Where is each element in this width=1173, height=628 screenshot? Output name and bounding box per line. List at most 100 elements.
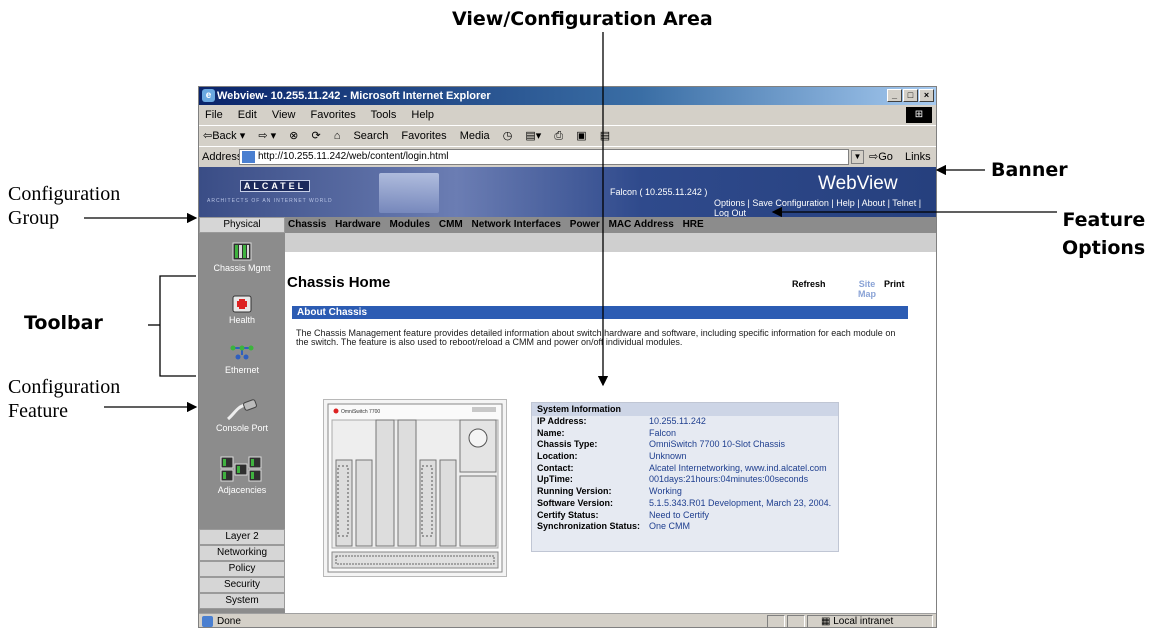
tool-chassis-mgmt[interactable]: Chassis Mgmt — [199, 241, 285, 273]
feature-modules[interactable]: Modules — [390, 219, 431, 230]
page-title: Chassis Home — [287, 274, 391, 291]
feature-hardware[interactable]: Hardware — [335, 219, 381, 230]
menu-favorites[interactable]: Favorites — [311, 109, 356, 121]
info-value: Need to Certify — [649, 509, 710, 520]
menu-edit[interactable]: Edit — [238, 109, 257, 121]
window-title: Webview- 10.255.11.242 - Microsoft Inter… — [217, 90, 491, 102]
info-label: Chassis Type: — [537, 439, 598, 450]
back-button[interactable]: ⇦Back ▾ — [203, 130, 245, 142]
info-label: Name: — [537, 427, 565, 438]
maximize-button[interactable]: □ — [903, 89, 918, 102]
print-link[interactable]: Print — [884, 279, 905, 289]
go-button[interactable]: ⇨Go — [869, 147, 893, 167]
edit-icon[interactable]: ▣ — [576, 130, 586, 142]
info-label: UpTime: — [537, 474, 573, 485]
chassis-model-label: OmniSwitch 7700 — [341, 409, 380, 415]
media-button[interactable]: Media — [460, 130, 490, 142]
chassis-front-panel-graphic: OmniSwitch 7700 — [327, 403, 503, 573]
address-dropdown-icon[interactable]: ▼ — [851, 150, 864, 164]
stop-icon[interactable]: ⊗ — [289, 130, 298, 142]
page-done-icon — [202, 616, 213, 627]
logo-tagline: ARCHITECTS OF AN INTERNET WORLD — [207, 198, 333, 204]
group-tab-security[interactable]: Security — [199, 577, 285, 593]
adjacencies-icon — [220, 456, 262, 482]
annotation-configuration-feature-line1: Configuration — [8, 376, 121, 398]
menu-tools[interactable]: Tools — [371, 109, 397, 121]
info-row-certify-status: Certify Status: Need to Certify — [532, 510, 838, 522]
address-label: Address — [202, 151, 243, 163]
close-button[interactable]: × — [919, 89, 934, 102]
menu-view[interactable]: View — [272, 109, 296, 121]
feature-hre[interactable]: HRE — [683, 219, 704, 230]
browser-window: e Webview- 10.255.11.242 - Microsoft Int… — [198, 86, 937, 628]
history-icon[interactable]: ◷ — [503, 130, 513, 142]
ethernet-network-icon — [230, 345, 254, 360]
discuss-icon[interactable]: ▤ — [600, 130, 610, 142]
info-row-chassis-type: Chassis Type: OmniSwitch 7700 10-Slot Cha… — [532, 439, 838, 451]
go-arrow-icon: ⇨ — [869, 151, 879, 163]
info-label: Synchronization Status: — [537, 521, 641, 532]
refresh-link[interactable]: Refresh — [792, 279, 826, 289]
banner-chassis-graphic — [379, 173, 439, 213]
minimize-button[interactable]: _ — [887, 89, 902, 102]
status-cell — [767, 615, 785, 627]
info-value: 001days:21hours:04minutes:00seconds — [649, 474, 809, 485]
info-row-ip-address: IP Address: 10.255.11.242 — [532, 416, 838, 428]
zone-label: ▦ Local intranet — [821, 614, 893, 627]
annotation-feature-options-line1: Feature — [1062, 209, 1146, 231]
mail-icon[interactable]: ▤▾ — [525, 130, 541, 142]
health-kit-icon — [232, 295, 252, 313]
host-name: Falcon ( 10.255.11.242 ) — [610, 187, 708, 197]
menu-help[interactable]: Help — [411, 109, 434, 121]
webview-banner: ALCATEL ARCHITECTS OF AN INTERNET WORLD … — [199, 167, 936, 218]
annotation-feature-options-line2: Options — [1062, 237, 1146, 259]
info-value: Falcon — [649, 427, 677, 438]
address-bar: Address http://10.255.11.242/web/content… — [199, 146, 936, 183]
feature-chassis[interactable]: Chassis — [288, 219, 326, 230]
group-tab-networking[interactable]: Networking — [199, 545, 285, 561]
print-icon[interactable]: ⎙ — [554, 130, 563, 142]
group-tab-layer2[interactable]: Layer 2 — [199, 529, 285, 545]
chassis-image: OmniSwitch 7700 — [323, 399, 507, 577]
windows-logo-icon: ⊞ — [906, 107, 932, 123]
banner-links[interactable]: Options | Save Configuration | Help | Ab… — [714, 198, 936, 218]
info-value: Working — [649, 486, 682, 497]
feature-network-interfaces[interactable]: Network Interfaces — [472, 219, 561, 230]
favorites-button[interactable]: Favorites — [401, 130, 446, 142]
feature-cmm[interactable]: CMM — [439, 219, 463, 230]
app-title: WebView — [818, 173, 898, 194]
tool-adjacencies[interactable]: Adjacencies — [199, 455, 285, 495]
go-label: Go — [878, 151, 893, 163]
tool-console-port[interactable]: Console Port — [199, 399, 285, 433]
annotation-configuration-group: Configuration Group — [8, 182, 120, 230]
menu-bar: File Edit View Favorites Tools Help ⊞ — [199, 106, 936, 124]
address-url: http://10.255.11.242/web/content/login.h… — [258, 151, 449, 162]
annotation-configuration-group-line1: Configuration — [8, 183, 121, 205]
tool-ethernet[interactable]: Ethernet — [199, 343, 285, 375]
info-row-name: Name: Falcon — [532, 428, 838, 440]
webview-page: ALCATEL ARCHITECTS OF AN INTERNET WORLD … — [199, 167, 936, 613]
group-tab-physical[interactable]: Physical — [199, 217, 285, 233]
home-icon[interactable]: ⌂ — [334, 130, 341, 142]
feature-power[interactable]: Power — [570, 219, 600, 230]
group-tab-system[interactable]: System — [199, 593, 285, 609]
internet-explorer-icon: e — [202, 89, 215, 102]
info-row-synchronization-status: Synchronization Status: One CMM — [532, 521, 838, 533]
status-text: Done — [217, 616, 241, 627]
menu-file[interactable]: File — [205, 109, 223, 121]
info-label: IP Address: — [537, 416, 587, 426]
feature-mac-address[interactable]: MAC Address — [609, 219, 674, 230]
tool-label: Console Port — [215, 423, 269, 433]
tool-label: Health — [228, 315, 255, 325]
info-value: Unknown — [649, 451, 687, 462]
search-button[interactable]: Search — [353, 130, 388, 142]
annotation-toolbar: Toolbar — [24, 312, 103, 334]
forward-button[interactable]: ⇨ ▾ — [258, 130, 276, 142]
group-tab-policy[interactable]: Policy — [199, 561, 285, 577]
refresh-icon[interactable]: ⟳ — [311, 130, 320, 142]
tool-health[interactable]: Health — [199, 293, 285, 325]
window-title-bar[interactable]: e Webview- 10.255.11.242 - Microsoft Int… — [199, 87, 936, 105]
site-map-link[interactable]: Site Map — [855, 279, 879, 299]
address-input[interactable]: http://10.255.11.242/web/content/login.h… — [239, 149, 849, 165]
view-configuration-area: Chassis Home Refresh Site Map Print Abou… — [285, 252, 936, 613]
